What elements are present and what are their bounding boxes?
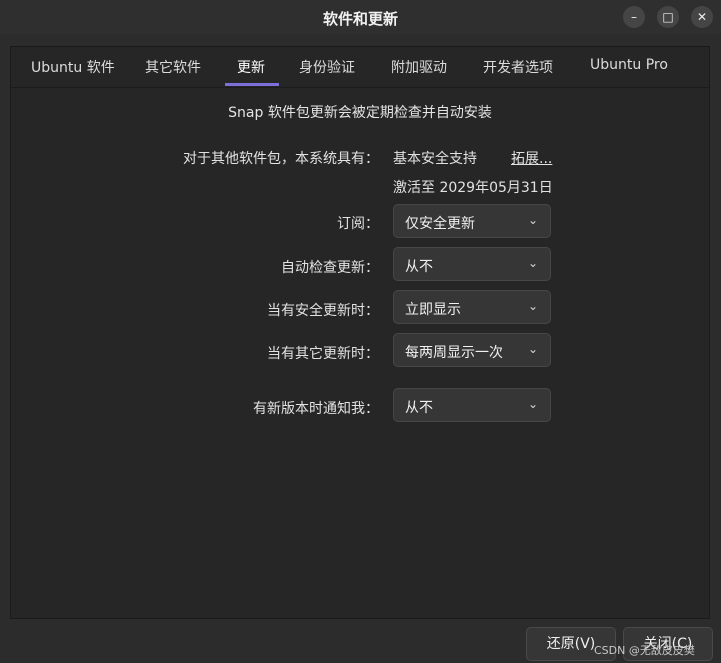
close-icon[interactable]: ✕ xyxy=(691,6,713,28)
subscription-value: 仅安全更新 xyxy=(405,216,475,232)
auto-check-label: 自动检查更新： xyxy=(281,260,379,276)
snap-update-note: Snap 软件包更新会被定期检查并自动安装 xyxy=(228,105,492,121)
expand-support-link[interactable]: 拓展... xyxy=(511,148,552,168)
chevron-down-icon: ⌄ xyxy=(528,299,539,313)
maximize-icon[interactable]: □ xyxy=(657,6,679,28)
activation-date: 激活至 2029年05月31日 xyxy=(393,180,553,196)
subscription-dropdown[interactable]: 仅安全更新 ⌄ xyxy=(393,204,551,238)
chevron-down-icon: ⌄ xyxy=(528,397,539,411)
active-tab-indicator xyxy=(225,83,279,86)
tab-ubuntu-pro[interactable]: Ubuntu Pro xyxy=(590,57,668,73)
other-updates-value: 每两周显示一次 xyxy=(405,345,503,361)
security-updates-label: 当有安全更新时： xyxy=(267,303,379,319)
window-title: 软件和更新 xyxy=(322,10,398,28)
chevron-down-icon: ⌄ xyxy=(528,342,539,356)
title-bar: 软件和更新 – □ ✕ xyxy=(0,0,721,34)
auto-check-value: 从不 xyxy=(405,259,433,275)
tab-other-software[interactable]: 其它软件 xyxy=(145,57,201,77)
tab-bar: Ubuntu 软件 其它软件 更新 身份验证 附加驱动 开发者选项 Ubuntu… xyxy=(11,47,709,88)
tab-ubuntu-software[interactable]: Ubuntu 软件 xyxy=(31,57,115,77)
other-updates-label: 当有其它更新时： xyxy=(267,346,379,362)
tab-developer-options[interactable]: 开发者选项 xyxy=(483,57,553,77)
tab-authentication[interactable]: 身份验证 xyxy=(299,57,355,77)
subscription-label: 订阅： xyxy=(337,216,379,232)
chevron-down-icon: ⌄ xyxy=(528,213,539,227)
support-level-value: 基本安全支持 xyxy=(393,151,477,167)
other-updates-dropdown[interactable]: 每两周显示一次 ⌄ xyxy=(393,333,551,367)
other-packages-label: 对于其他软件包，本系统具有： xyxy=(183,151,379,167)
security-updates-value: 立即显示 xyxy=(405,302,461,318)
new-version-value: 从不 xyxy=(405,400,433,416)
settings-panel: Ubuntu 软件 其它软件 更新 身份验证 附加驱动 开发者选项 Ubuntu… xyxy=(10,46,710,619)
new-version-label: 有新版本时通知我： xyxy=(253,401,379,417)
new-version-dropdown[interactable]: 从不 ⌄ xyxy=(393,388,551,422)
chevron-down-icon: ⌄ xyxy=(528,256,539,270)
security-updates-dropdown[interactable]: 立即显示 ⌄ xyxy=(393,290,551,324)
minimize-icon[interactable]: – xyxy=(623,6,645,28)
watermark: CSDN @无敌皮皮樊 xyxy=(594,644,695,657)
tab-additional-drivers[interactable]: 附加驱动 xyxy=(391,57,447,77)
tab-updates[interactable]: 更新 xyxy=(237,57,265,77)
auto-check-dropdown[interactable]: 从不 ⌄ xyxy=(393,247,551,281)
